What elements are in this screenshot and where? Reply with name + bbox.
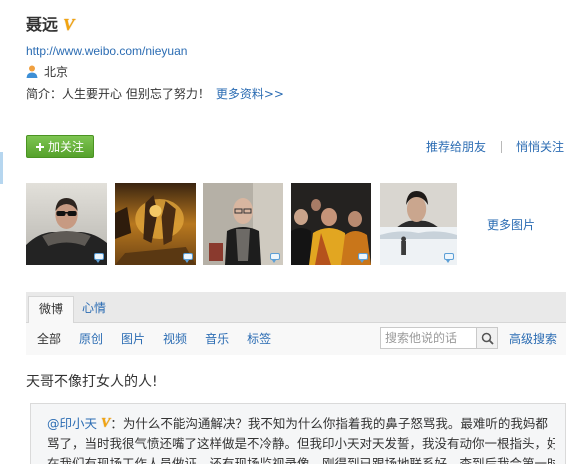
plus-icon — [35, 142, 44, 151]
repost-text: ：为什么不能沟通解决？我不知为什么你指着我的鼻子怒骂我。最难听的我妈都 — [110, 416, 548, 431]
tab-bar: 微博 心情 — [26, 292, 566, 323]
post-text: 天哥不像打女人的人! — [26, 374, 158, 390]
repost-box: @印小天 V：为什么不能沟通解决？我不知为什么你指着我的鼻子怒骂我。最难听的我妈… — [30, 403, 566, 464]
repost-line: 在我们有现场工作人员做证，还有现场监视录像，刚得到已跟场地联系好，查到后我会第一… — [47, 456, 555, 464]
filter-tags[interactable]: 标签 — [247, 331, 271, 347]
recommend-to-friend-link[interactable]: 推荐给朋友 — [426, 139, 486, 155]
comment-icon — [183, 253, 193, 263]
filter-music[interactable]: 音乐 — [205, 331, 229, 347]
comment-icon — [270, 253, 280, 263]
link-divider — [501, 141, 503, 153]
filter-videos[interactable]: 视频 — [163, 331, 187, 347]
search-icon — [481, 332, 494, 345]
intro-label: 简介： — [26, 87, 63, 101]
verified-badge-icon[interactable]: V — [101, 414, 110, 434]
tab-mood[interactable]: 心情 — [82, 296, 106, 323]
location-text: 北京 — [44, 65, 69, 79]
photo-thumbnail[interactable] — [380, 183, 457, 265]
user-icon — [26, 65, 38, 78]
share-links: 推荐给朋友 悄悄关注 — [426, 139, 564, 155]
comment-icon — [358, 253, 368, 263]
profile-intro: 简介：人生要开心 但别忘了努力！ 更多资料>> — [26, 86, 284, 102]
filter-bar: 全部 原创 图片 视频 音乐 标签 高级搜索 — [26, 323, 566, 355]
intro-text: 人生要开心 但别忘了努力！ — [62, 87, 210, 101]
verified-badge-icon[interactable]: V — [63, 14, 74, 36]
more-photos-link[interactable]: 更多图片 — [487, 217, 535, 233]
repost-line: @印小天 V：为什么不能沟通解决？我不知为什么你指着我的鼻子怒骂我。最难听的我妈… — [47, 414, 555, 434]
search-button[interactable] — [477, 327, 498, 349]
photo-thumbnail[interactable] — [203, 183, 283, 265]
comment-icon — [94, 253, 104, 263]
profile-name: 聂远 — [26, 15, 59, 34]
quiet-follow-link[interactable]: 悄悄关注 — [516, 139, 564, 155]
search-input[interactable] — [380, 327, 477, 349]
repost-author-link[interactable]: @印小天 — [47, 416, 97, 431]
profile-header: 聂远 V — [26, 14, 74, 36]
follow-button[interactable]: 加关注 — [26, 135, 94, 158]
tab-weibo[interactable]: 微博 — [28, 296, 74, 323]
filter-all[interactable]: 全部 — [37, 331, 61, 347]
filter-original[interactable]: 原创 — [79, 331, 103, 347]
photo-thumbnail[interactable] — [291, 183, 371, 265]
follow-button-label: 加关注 — [47, 140, 84, 154]
advanced-search-link[interactable]: 高级搜索 — [509, 331, 557, 347]
filter-items: 全部 原创 图片 视频 音乐 标签 — [37, 331, 289, 347]
left-edge-bar — [0, 152, 3, 184]
filter-pictures[interactable]: 图片 — [121, 331, 145, 347]
comment-icon — [444, 253, 454, 263]
profile-location: 北京 — [26, 64, 86, 80]
profile-url-link[interactable]: http://www.weibo.com/nieyuan — [26, 43, 187, 59]
repost-line: 骂了，当时我很气愤还嘴了这样做是不冷静。但我印小天对天发誓，我没有动你一根指头，… — [47, 436, 555, 451]
more-info-link[interactable]: 更多资料>> — [216, 87, 284, 101]
photo-thumbnail[interactable] — [115, 183, 196, 265]
photo-thumbnail[interactable] — [26, 183, 107, 265]
weibo-profile-page: 聂远 V http://www.weibo.com/nieyuan 北京 简介：… — [0, 0, 573, 464]
